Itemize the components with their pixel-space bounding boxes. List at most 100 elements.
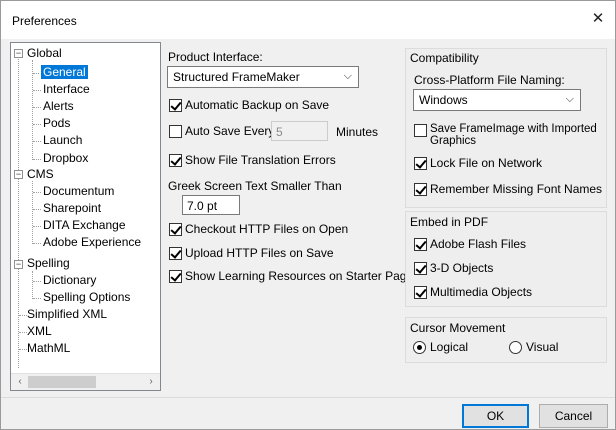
product-interface-value: Structured FrameMaker [173,70,300,84]
tree-item-label: Alerts [43,99,74,113]
tree-item-label: Launch [43,133,83,147]
tree-branch [33,159,41,160]
tree-item-sharepoint[interactable]: Sharepoint [43,200,101,217]
file-naming-select[interactable]: Windows ⌵ [413,89,581,111]
product-interface-label: Product Interface: [168,50,263,64]
checkbox-box [414,157,427,170]
cursor-logical-radio[interactable]: Logical [413,340,468,354]
file-naming-value: Windows [419,93,468,107]
radio-circle [509,340,522,354]
tree-item-label: Dropbox [43,151,89,165]
cursor-visual-radio[interactable]: Visual [509,340,558,354]
checkbox-box [169,125,182,138]
footer-divider [1,397,615,398]
multimedia-checkbox[interactable]: Multimedia Objects [414,285,532,300]
scrollbar-thumb[interactable] [28,376,96,388]
tree-branch [33,226,41,227]
checkbox-box [414,124,427,137]
checkbox-box [414,262,427,275]
checkbox-box [414,286,427,299]
save-frameimage-label: Save FrameImage with Imported Graphics [430,123,597,147]
remember-fonts-checkbox[interactable]: Remember Missing Font Names [414,182,602,197]
tree-item-label: Pods [43,116,71,130]
tree-item-label: Simplified XML [27,307,108,321]
cancel-button[interactable]: Cancel [539,404,608,428]
greek-text-size-value: 7.0 pt [187,199,218,213]
greek-text-label: Greek Screen Text Smaller Than [168,179,342,193]
auto-save-label: Auto Save Every [185,124,275,138]
tree-item-xml[interactable]: XML [27,323,52,340]
checkbox-box [169,154,182,167]
lock-file-label: Lock File on Network [430,156,543,170]
save-frameimage-line1: Save FrameImage with Imported [430,123,597,135]
tree-item-label: Adobe Experience [43,235,142,249]
tree-horizontal-scrollbar[interactable]: ‹ › [11,373,160,390]
tree-item-dropbox[interactable]: Dropbox [43,150,88,167]
tree-item-cms[interactable]: CMS [27,166,54,183]
adobe-flash-checkbox[interactable]: Adobe Flash Files [414,237,526,252]
tree-item-label: Spelling Options [43,290,131,304]
tree-item-pods[interactable]: Pods [43,115,70,132]
close-icon[interactable]: ✕ [589,10,607,28]
tree-branch [33,141,41,142]
tree-item-mathml[interactable]: MathML [27,340,70,357]
tree-cms-line [32,181,33,244]
auto-save-minutes-input[interactable]: 5 [271,121,328,141]
product-interface-select[interactable]: Structured FrameMaker ⌵ [167,66,359,88]
scroll-left-icon[interactable]: ‹ [12,374,28,390]
checkbox-box [414,238,427,251]
greek-text-size-input[interactable]: 7.0 pt [182,195,240,215]
3d-objects-label: 3-D Objects [430,261,494,275]
tree-item-simplified-xml[interactable]: Simplified XML [27,306,107,323]
tree-item-documentum[interactable]: Documentum [43,183,114,200]
tree-item-dita-exchange[interactable]: DITA Exchange [43,217,126,234]
checkbox-box [169,223,182,236]
3d-objects-checkbox[interactable]: 3-D Objects [414,261,493,276]
tree-branch [33,298,41,299]
tree-branch [33,243,41,244]
lock-file-checkbox[interactable]: Lock File on Network [414,156,542,171]
tree-item-spelling[interactable]: Spelling [27,255,70,272]
dialog-title: Preferences [12,14,77,28]
show-translation-errors-checkbox[interactable]: Show File Translation Errors [169,153,336,168]
tree-item-spelling-options[interactable]: Spelling Options [43,289,130,306]
tree-item-alerts[interactable]: Alerts [43,98,74,115]
checkbox-box [169,247,182,260]
file-naming-label: Cross-Platform File Naming: [414,73,565,87]
auto-save-minutes-value: 5 [276,125,283,139]
tree-branch [19,332,27,333]
ok-button[interactable]: OK [462,404,529,428]
automatic-backup-checkbox[interactable]: Automatic Backup on Save [169,98,329,113]
upload-http-checkbox[interactable]: Upload HTTP Files on Save [169,246,334,261]
tree-branch [33,281,41,282]
tree-branch [19,315,27,316]
show-translation-errors-label: Show File Translation Errors [185,153,336,167]
collapse-cms-icon[interactable]: − [14,170,23,179]
radio-circle [413,340,426,354]
tree-item-interface[interactable]: Interface [43,81,90,98]
tree-item-launch[interactable]: Launch [43,132,82,149]
tree-item-label: Documentum [43,184,115,198]
tree-item-adobe-experience[interactable]: Adobe Experience [43,234,141,251]
chevron-down-icon: ⌵ [565,93,574,105]
category-tree[interactable]: − − − Global General Interface Alerts Po… [10,42,161,391]
title-bar: Preferences ✕ [1,1,615,39]
save-frameimage-line2: Graphics [430,135,477,147]
tree-item-dictionary[interactable]: Dictionary [43,272,96,289]
checkout-http-checkbox[interactable]: Checkout HTTP Files on Open [169,222,348,237]
tree-root-line [18,56,19,368]
compatibility-title: Compatibility [410,51,479,65]
tree-item-general[interactable]: General [40,64,89,81]
collapse-spelling-icon[interactable]: − [14,260,23,269]
tree-item-global[interactable]: Global [27,45,62,62]
tree-branch [33,73,41,74]
scroll-right-icon[interactable]: › [143,374,159,390]
show-learning-resources-checkbox[interactable]: Show Learning Resources on Starter Page [169,269,413,284]
auto-save-checkbox[interactable]: Auto Save Every [169,124,274,139]
save-frameimage-checkbox[interactable]: Save FrameImage with Imported Graphics [414,123,597,147]
cursor-visual-label: Visual [526,340,559,354]
collapse-global-icon[interactable]: − [14,49,23,58]
checkbox-box [169,270,182,283]
tree-item-label: Spelling [27,256,70,270]
tree-branch [19,349,27,350]
